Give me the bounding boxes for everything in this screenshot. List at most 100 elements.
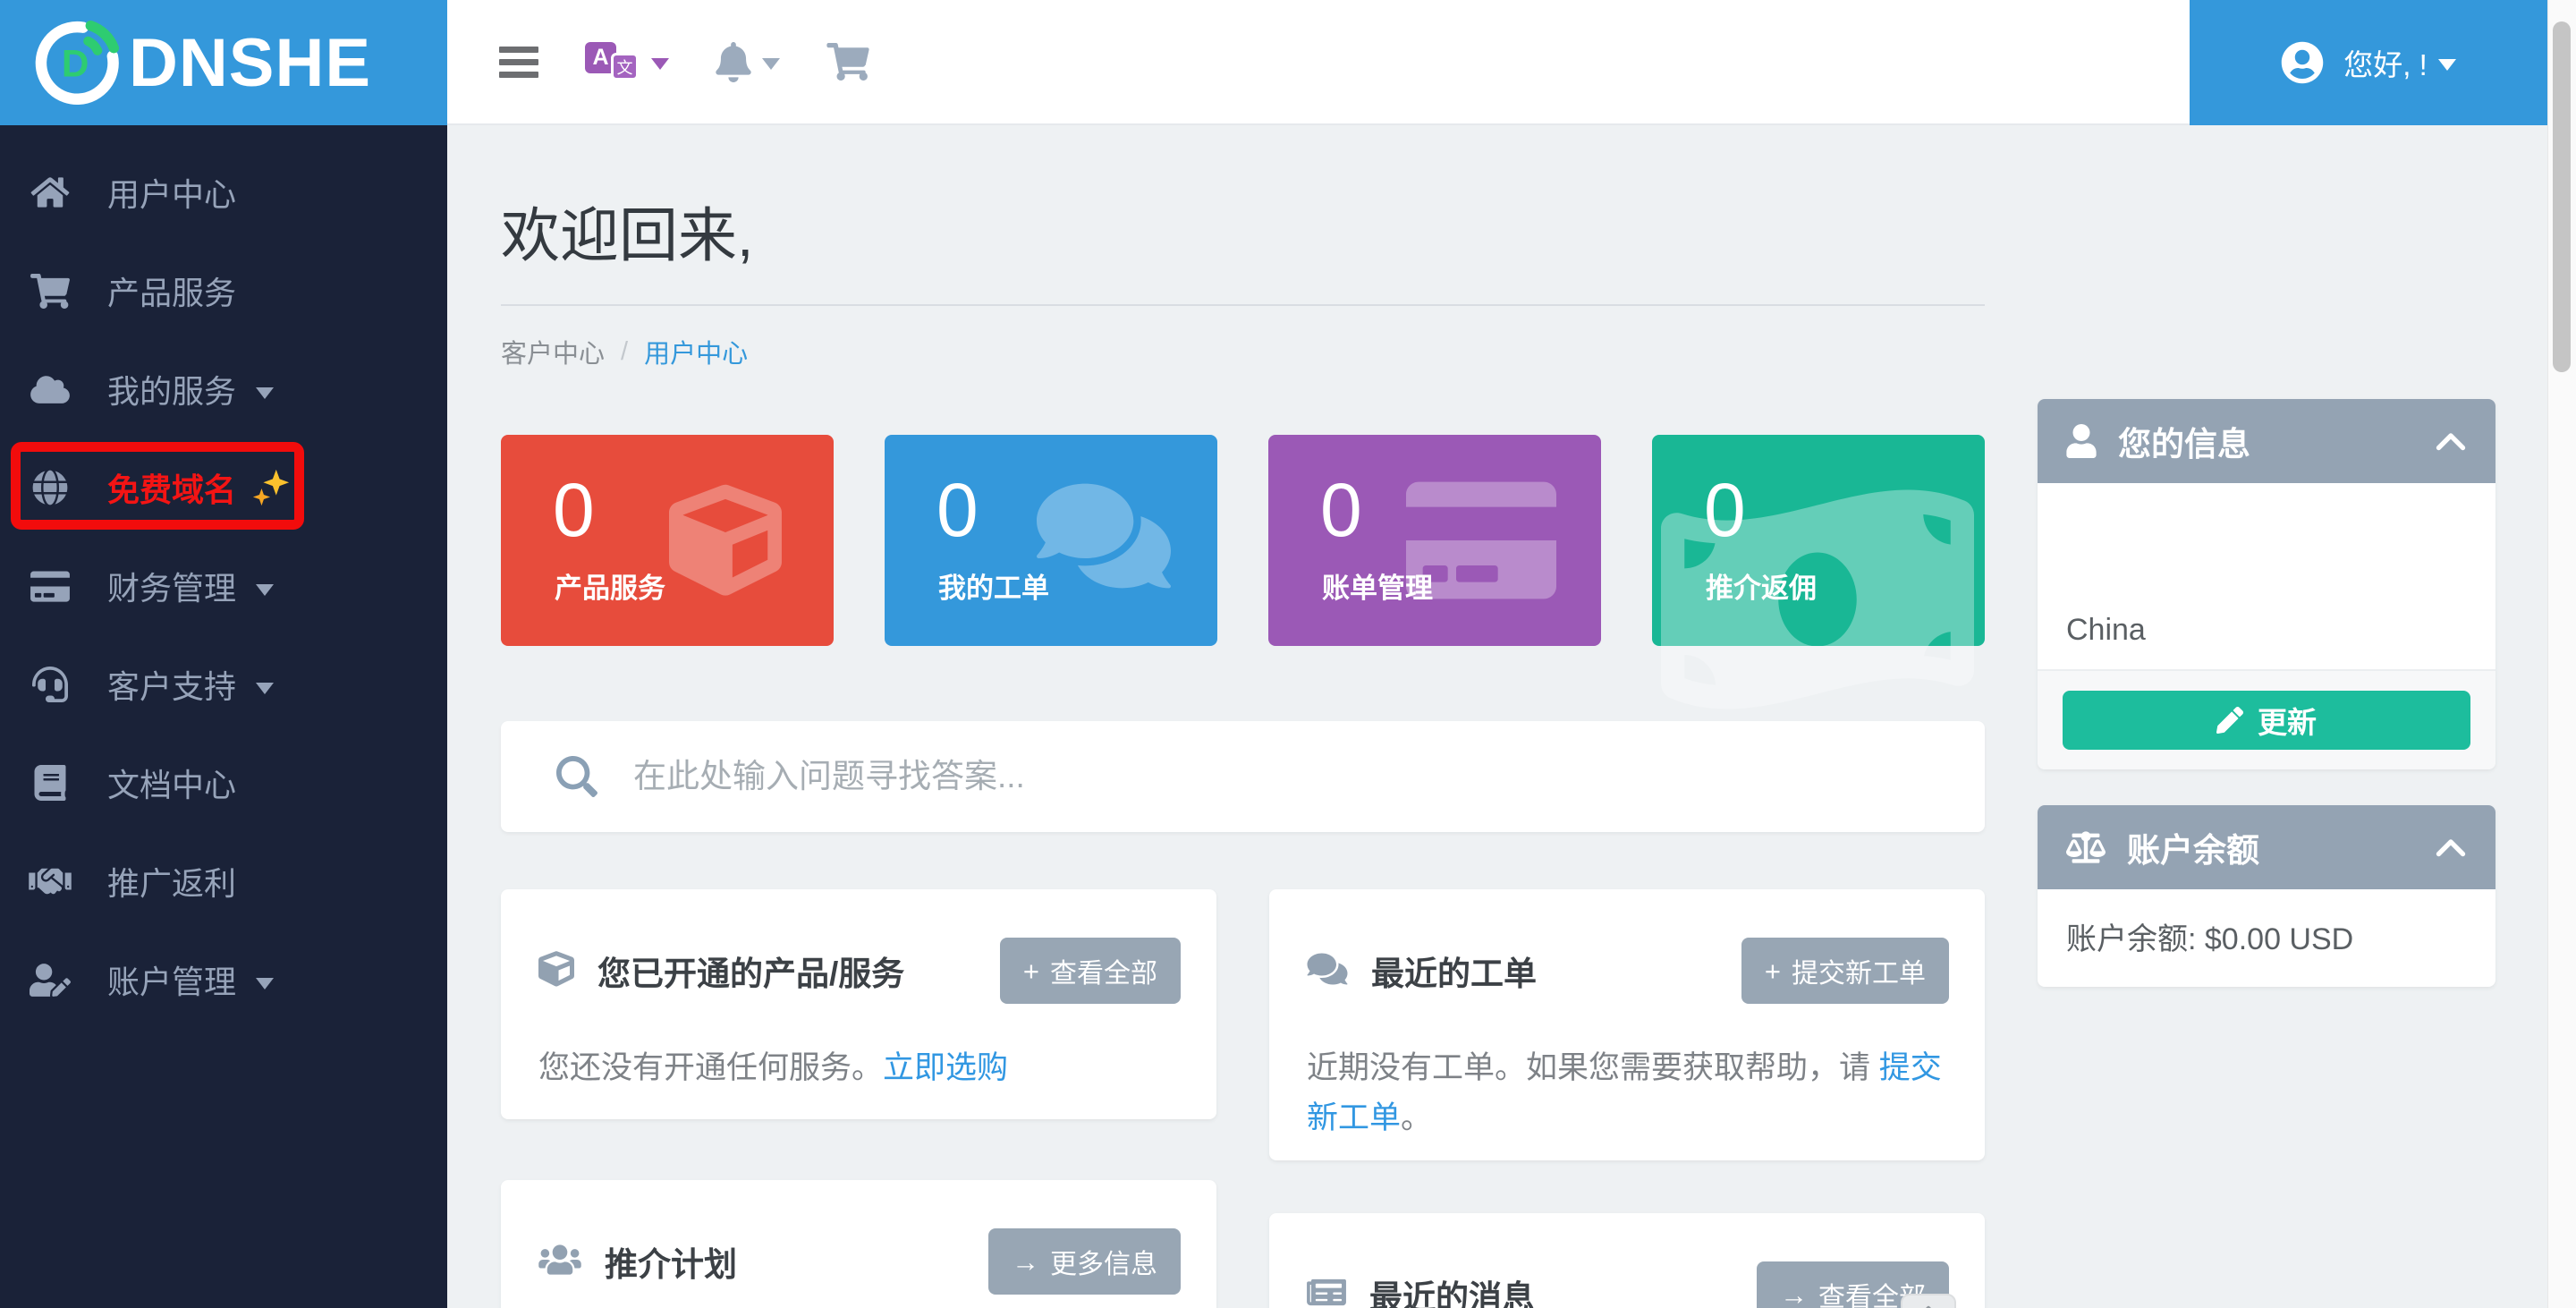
arrow-right-icon: → [1012,1248,1039,1276]
main-content: 欢迎回来, 客户中心 / 用户中心 0 产品服务 0 我的工单 0 账单管理 [447,125,2547,1308]
sidebar-item-billing[interactable]: 财务管理 [0,537,447,635]
caret-down-icon [762,58,780,70]
kb-search-panel [501,721,1985,832]
panel-tickets: 最近的工单 + 提交新工单 近期没有工单。如果您需要获取帮助，请 提交新工单。 [1269,889,1985,1160]
cube-icon [538,951,574,991]
home-icon [23,175,77,209]
panel-title: 最近的工单 [1371,947,1537,995]
sidebar-item-free-domain[interactable]: 免费域名 [0,438,447,537]
panel-balance-header[interactable]: 账户余额 [2038,805,2496,889]
language-menu-button[interactable]: A 文 [585,39,669,84]
stat-card-invoices[interactable]: 0 账单管理 [1268,435,1601,646]
notifications-menu-button[interactable] [716,42,780,82]
sidebar-item-label: 客户支持 [107,661,236,708]
sidebar-item-my-services[interactable]: 我的服务 [0,340,447,438]
pencil-icon [2216,707,2243,734]
sidebar-item-label: 免费域名 [107,464,236,511]
account-balance-text: 账户余额: $0.00 USD [2038,889,2496,987]
sidebar-item-user-center[interactable]: 用户中心 [0,143,447,242]
open-ticket-button[interactable]: + 提交新工单 [1741,938,1949,1004]
svg-text:D: D [62,42,89,84]
caret-down-icon [256,978,274,989]
panel-your-info: 您的信息 China 更新 [2038,399,2496,769]
sidebar: D DNSHE 用户中心 产品服务 我的服务 [0,0,447,1308]
side-column: 您的信息 China 更新 账户余额 [2038,399,2496,1023]
sidebar-item-label: 产品服务 [107,268,236,314]
page-title: 欢迎回来, [501,188,1985,274]
sidebar-item-account[interactable]: 账户管理 [0,930,447,1029]
panel-your-info-header[interactable]: 您的信息 [2038,399,2496,483]
user-edit-icon [23,964,77,997]
caret-down-icon [651,58,669,70]
client-country: China [2038,483,2496,669]
credit-card-icon [23,569,77,604]
language-icon: A 文 [585,39,640,84]
brand-name: DNSHE [129,24,371,102]
menu-toggle-button[interactable] [499,40,538,84]
sparkles-icon [250,467,292,508]
panel-affiliate: 推介计划 → 更多信息 您已经通过推荐好友赚到了 $0.00 USD。您只需要再 [501,1180,1216,1308]
panel-news: 最近的消息 → 查看全部 [1269,1213,1985,1308]
back-to-top-button[interactable] [1901,1294,1956,1308]
sidebar-item-label: 文档中心 [107,760,236,806]
globe-icon [23,470,77,505]
panel-body: 近期没有工单。如果您需要获取帮助，请 提交新工单。 [1269,1004,1985,1143]
scrollbar-thumb[interactable] [2553,21,2571,372]
arrow-right-icon: → [1780,1281,1808,1308]
user-menu-button[interactable]: 您好, ! [2190,0,2547,125]
cloud-icon [23,374,77,405]
scrollbar[interactable] [2547,0,2576,1308]
money-bill-icon [1661,474,1974,725]
divider [501,304,1985,306]
breadcrumb-home: 客户中心 [501,333,605,370]
breadcrumb-current[interactable]: 用户中心 [644,333,748,370]
handshake-icon [23,864,77,898]
plus-icon: + [1023,957,1039,985]
sidebar-item-products[interactable]: 产品服务 [0,242,447,340]
panel-your-info-footer: 更新 [2038,669,2496,769]
sidebar-item-support[interactable]: 客户支持 [0,635,447,734]
chevron-up-icon[interactable] [2435,429,2467,454]
sidebar-item-label: 推广返利 [107,858,236,905]
newspaper-icon [1307,1275,1346,1308]
sidebar-item-label: 我的服务 [107,366,236,412]
sidebar-item-label: 用户中心 [107,169,236,216]
update-info-button[interactable]: 更新 [2063,691,2470,750]
stat-card-tickets[interactable]: 0 我的工单 [885,435,1217,646]
book-icon [23,765,77,801]
breadcrumb-separator: / [621,337,628,367]
balance-scale-icon [2066,831,2106,863]
stat-cards: 0 产品服务 0 我的工单 0 账单管理 0 推介返佣 [501,435,1985,646]
sidebar-item-label: 账户管理 [107,956,236,1003]
plus-icon: + [1765,957,1781,985]
comments-icon [1307,951,1348,991]
caret-down-icon [256,683,274,694]
sidebar-item-label: 财务管理 [107,563,236,609]
comments-icon [1037,477,1171,596]
sidebar-item-affiliates[interactable]: 推广返利 [0,832,447,930]
shopping-cart-icon [23,274,77,309]
language-icon-secondary: 文 [611,53,639,81]
search-input[interactable] [633,758,1825,795]
chevron-up-icon[interactable] [2435,835,2467,860]
shopping-cart-icon [826,43,869,81]
stat-card-products[interactable]: 0 产品服务 [501,435,834,646]
credit-card-icon [1406,473,1556,607]
panel-balance: 账户余额 账户余额: $0.00 USD [2038,805,2496,987]
sidebar-nav: 用户中心 产品服务 我的服务 免费域名 [0,125,447,1029]
panel-body: 您还没有开通任何服务。立即选购 [501,1004,1216,1093]
panel-title: 账户余额 [2127,823,2259,871]
view-all-products-button[interactable]: + 查看全部 [1000,938,1181,1004]
panel-body: 您已经通过推荐好友赚到了 $0.00 USD。您只需要再 [501,1295,1216,1308]
cart-button[interactable] [826,43,869,81]
bell-icon [716,42,751,82]
caret-down-icon [256,387,274,399]
breadcrumb: 客户中心 / 用户中心 [501,333,1985,370]
panel-title: 您已开通的产品/服务 [597,947,904,995]
brand-logo[interactable]: D DNSHE [0,0,447,125]
order-now-link[interactable]: 立即选购 [883,1050,1008,1085]
user-circle-icon [2281,41,2324,84]
stat-card-affiliate[interactable]: 0 推介返佣 [1652,435,1985,646]
affiliate-more-info-button[interactable]: → 更多信息 [988,1228,1181,1295]
sidebar-item-docs[interactable]: 文档中心 [0,734,447,832]
